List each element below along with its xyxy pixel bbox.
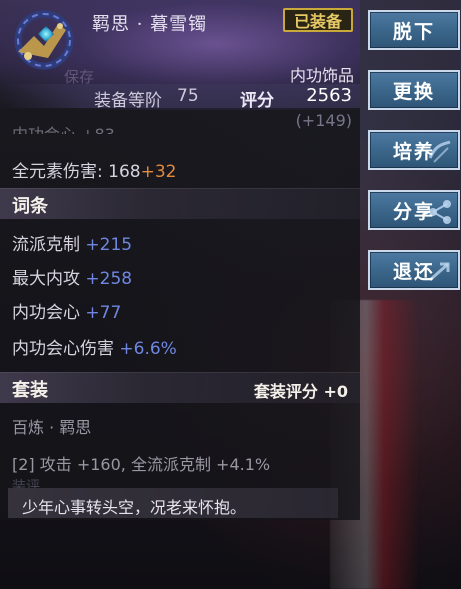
affix-label: 最大内攻 — [12, 269, 80, 289]
affix-value: +258 — [85, 269, 133, 289]
back-button[interactable]: 退还 — [368, 250, 460, 290]
set-score: 套装评分 +0 — [253, 382, 348, 401]
affix-row: 最大内攻 +258 — [12, 264, 132, 289]
affix-section-header — [0, 188, 360, 219]
set-bonus: [2] 攻击 +160, 全流派克制 +4.1% — [12, 455, 271, 474]
affix-section-title: 词条 — [12, 196, 48, 217]
affix-value: +215 — [85, 235, 133, 255]
affix-value: +77 — [85, 303, 122, 323]
affix-row: 内功会心伤害 +6.6% — [12, 334, 177, 359]
score-label: 评分 — [240, 91, 274, 111]
cultivate-label: 培养 — [392, 140, 435, 163]
flavor-quote: 少年心事转头空，况老来怀抱。 — [22, 498, 247, 517]
affix-label: 流派克制 — [12, 235, 80, 255]
stat-bonus: +32 — [140, 162, 177, 182]
all-element-damage: 全元素伤害: 168+32 — [12, 157, 176, 182]
stat-base: 168 — [108, 162, 141, 182]
cultivate-button[interactable]: 培养 — [368, 130, 460, 170]
affix-row: 流派克制 +215 — [12, 230, 132, 255]
affix-row: 内功会心 +77 — [12, 298, 121, 323]
replace-label: 更换 — [392, 80, 435, 103]
item-title: 羁思 · 暮雪镯 — [92, 14, 208, 35]
item-category: 内功饰品 — [289, 66, 354, 85]
unequip-label: 脱下 — [392, 20, 435, 43]
unequip-button[interactable]: 脱下 — [368, 10, 460, 50]
set-section-title: 套装 — [12, 380, 48, 401]
equipped-badge: 已装备 — [283, 8, 353, 32]
item-detail-panel: 羁思 · 暮雪镯 已装备 保存 内功饰品 装备等阶 75 评分 2563 (+1… — [0, 0, 360, 520]
affix-label: 内功会心 — [12, 303, 80, 323]
replace-button[interactable]: 更换 — [368, 70, 460, 110]
affix-value: +6.6% — [119, 339, 177, 359]
share-button[interactable]: 分享 — [368, 190, 460, 230]
tier-label: 装备等阶 — [94, 91, 162, 111]
back-label: 退还 — [392, 260, 435, 283]
stat-label: 全元素伤害: — [12, 162, 103, 182]
scrolled-stat-line: 内功会心 +83 — [12, 120, 115, 134]
tier-value: 75 — [177, 86, 199, 106]
set-name: 百炼 · 羁思 — [12, 418, 92, 437]
score-value: 2563 — [306, 85, 352, 106]
affix-label: 内功会心伤害 — [12, 339, 114, 359]
share-label: 分享 — [392, 200, 435, 223]
score-delta: (+149) — [295, 111, 352, 130]
